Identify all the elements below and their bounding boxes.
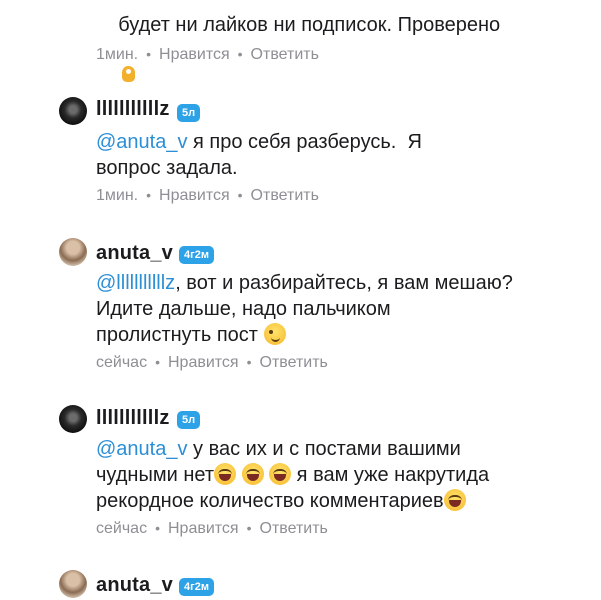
reply-button[interactable]: Ответить [251, 187, 319, 204]
separator-dot: • [237, 187, 243, 203]
avatar[interactable] [59, 97, 87, 125]
mention-link[interactable]: @lllllllllllz [96, 272, 175, 294]
comment-author[interactable]: anuta_v [96, 242, 173, 265]
separator-dot: • [146, 46, 152, 62]
comment-author[interactable]: anuta_v [96, 574, 173, 597]
like-button[interactable]: Нравится [168, 520, 239, 537]
reply-button[interactable]: Ответить [260, 520, 328, 537]
like-button[interactable]: Нравится [168, 354, 239, 371]
avatar[interactable] [59, 238, 87, 266]
account-age-badge: 5л [177, 411, 201, 429]
comment-text: , вот и разбирайтесь, я вам мешаю? [175, 272, 513, 294]
comment-text: будет ни лайков ни подписок. Проверено [118, 14, 501, 36]
reply-button[interactable]: Ответить [251, 46, 319, 63]
laughing-face-emoji-icon [214, 463, 236, 485]
reply-button[interactable]: Ответить [260, 354, 328, 371]
comment-text: чудными нет [96, 464, 214, 486]
comment-text: у вас их и с постами вашими [187, 438, 461, 460]
laughing-face-emoji-icon [269, 463, 292, 485]
comment-time: сейчас [96, 520, 148, 537]
avatar[interactable] [59, 405, 87, 433]
laughing-face-emoji-icon [241, 463, 264, 485]
comment-author[interactable]: lllllllllllz [96, 407, 170, 430]
separator-dot: • [246, 520, 252, 536]
like-button[interactable]: Нравится [159, 187, 230, 204]
comment-meta: сейчас • Нравится • Ответить [96, 354, 328, 372]
separator-dot: • [146, 187, 152, 203]
separator-dot: • [246, 354, 252, 370]
account-age-badge: 5л [177, 104, 201, 122]
comment-text: я про себя разберусь. Я [187, 131, 422, 153]
comment-meta: 1мин. • Нравится • Ответить [96, 187, 319, 205]
mention-link[interactable]: @anuta_v [96, 438, 187, 460]
laughing-face-emoji-icon [443, 489, 466, 511]
like-button[interactable]: Нравится [159, 46, 230, 63]
comment-text: я вам уже накрутида [291, 464, 490, 486]
account-age-badge: 4г2м [179, 578, 214, 596]
separator-dot: • [155, 520, 160, 536]
winking-face-emoji-icon [263, 323, 286, 345]
comment-text: рекордное количество комментариев [96, 490, 444, 512]
separator-dot: • [237, 46, 243, 62]
comment-time: 1мин. [96, 187, 139, 204]
avatar[interactable] [59, 570, 87, 598]
comment-text: Идите дальше, надо пальчиком [96, 298, 391, 320]
mention-link[interactable]: @anuta_v [96, 131, 187, 153]
comment-meta: 1мин. • Нравится • Ответить [96, 46, 319, 64]
comment-meta: сейчас • Нравится • Ответить [96, 520, 328, 538]
comment-author[interactable]: lllllllllllz [96, 98, 170, 121]
account-age-badge: 4г2м [179, 246, 214, 264]
ok-hand-emoji-icon [118, 64, 140, 86]
comment-time: 1мин. [96, 46, 139, 63]
comment-text: пролистнуть пост [96, 324, 258, 346]
separator-dot: • [155, 354, 160, 370]
comment-time: сейчас [96, 354, 148, 371]
comment-text: вопрос задала. [96, 157, 238, 179]
